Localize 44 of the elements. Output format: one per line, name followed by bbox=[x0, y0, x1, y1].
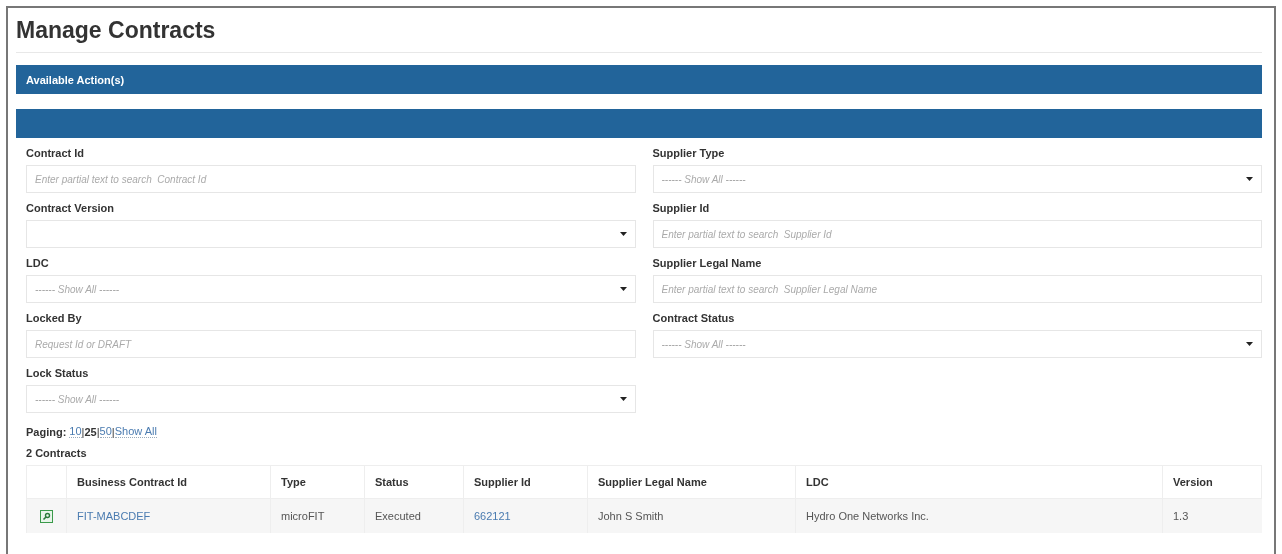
field-label: LDC bbox=[26, 256, 49, 271]
paging-label: Paging: bbox=[26, 425, 67, 438]
page-size-link[interactable]: 10 bbox=[69, 425, 82, 438]
column-header[interactable]: Business Contract Id bbox=[66, 465, 271, 499]
field-label: Lock Status bbox=[26, 366, 89, 381]
table-link[interactable]: 662121 bbox=[474, 510, 511, 522]
table-cell: Hydro One Networks Inc. bbox=[806, 510, 929, 522]
column-header[interactable]: LDC bbox=[795, 465, 1163, 499]
table-cell: 1.3 bbox=[1173, 510, 1189, 522]
text-field[interactable]: Enter partial text to search Supplier Legal Name bbox=[652, 275, 1262, 303]
page-size-option[interactable]: 25 bbox=[84, 425, 97, 438]
caret-icon bbox=[619, 287, 627, 291]
field-label: Contract Version bbox=[26, 201, 115, 216]
column-header[interactable]: Status bbox=[364, 465, 464, 499]
field-label: Locked By bbox=[26, 311, 82, 326]
field-label: Supplier Legal Name bbox=[652, 256, 762, 271]
separator: | bbox=[96, 425, 100, 438]
text-field[interactable]: Enter partial text to search Contract Id bbox=[26, 165, 636, 193]
caret-icon bbox=[1246, 342, 1253, 346]
text-field[interactable]: Request Id or DRAFT bbox=[26, 330, 636, 358]
column-header[interactable]: Supplier Legal Name bbox=[587, 465, 796, 499]
field-label: Contract Id bbox=[26, 146, 85, 161]
table-cell: John S Smith bbox=[598, 510, 664, 522]
page-size-link[interactable]: Show All bbox=[114, 425, 157, 438]
field-label: Supplier Type bbox=[652, 146, 725, 161]
caret-icon bbox=[1246, 177, 1253, 181]
table-link[interactable]: FIT-MABCDEF bbox=[77, 510, 151, 522]
caret-icon bbox=[619, 397, 627, 401]
caret-icon bbox=[619, 232, 627, 236]
text-field[interactable]: Enter partial text to search Supplier Id bbox=[652, 220, 1262, 248]
table-cell: Executed bbox=[375, 510, 421, 522]
page-title: Manage Contracts bbox=[16, 17, 216, 43]
separator: | bbox=[111, 425, 115, 438]
page-size-link[interactable]: 50 bbox=[99, 425, 112, 438]
actions-bar[interactable]: Available Action(s) bbox=[16, 65, 1262, 94]
table-cell: microFIT bbox=[281, 510, 325, 522]
column-header[interactable]: Version bbox=[1162, 465, 1262, 499]
field-label: Contract Status bbox=[652, 311, 735, 326]
field-label: Supplier Id bbox=[652, 201, 710, 216]
column-header[interactable]: Supplier Id bbox=[463, 465, 588, 499]
column-header[interactable]: Type bbox=[270, 465, 365, 499]
magnifier-icon[interactable] bbox=[40, 509, 53, 523]
separator: | bbox=[81, 425, 85, 438]
result-count: 2 Contracts bbox=[26, 447, 87, 459]
